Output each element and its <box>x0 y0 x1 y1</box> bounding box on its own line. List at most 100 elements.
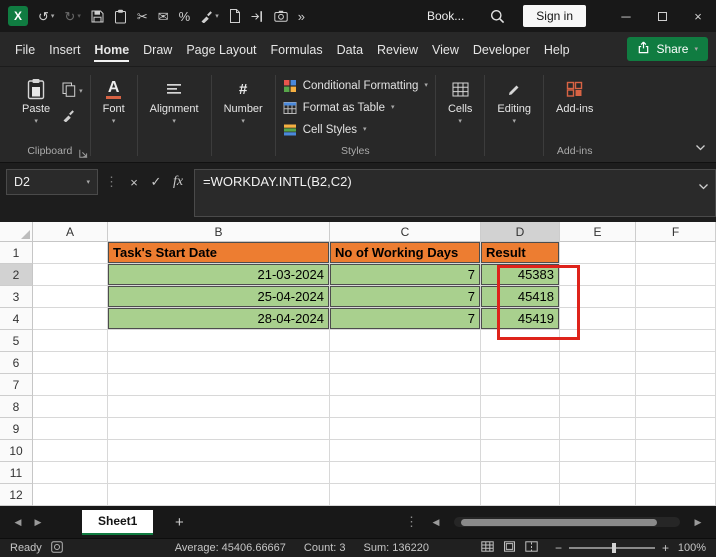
tab-insert[interactable]: Insert <box>42 35 87 66</box>
sheet-bar-options-icon[interactable]: ⋮ <box>405 514 418 530</box>
collapse-ribbon-icon[interactable] <box>695 138 706 156</box>
search-icon[interactable] <box>490 9 505 24</box>
cell-F12[interactable] <box>636 484 716 506</box>
zoom-out-button[interactable]: − <box>555 541 562 555</box>
sheet-tab-sheet1[interactable]: Sheet1 <box>82 510 153 535</box>
normal-view-icon[interactable] <box>481 541 494 555</box>
cell-D9[interactable] <box>481 418 560 440</box>
cell-F8[interactable] <box>636 396 716 418</box>
insert-cells-icon[interactable] <box>251 10 264 23</box>
row-header-7[interactable]: 7 <box>0 374 33 396</box>
row-header-2[interactable]: 2 <box>0 264 33 286</box>
cell-C3[interactable]: 7 <box>330 286 481 308</box>
cell-C11[interactable] <box>330 462 481 484</box>
cell-C12[interactable] <box>330 484 481 506</box>
cell-B9[interactable] <box>108 418 330 440</box>
cell-E1[interactable] <box>560 242 636 264</box>
cell-A3[interactable] <box>33 286 108 308</box>
row-header-12[interactable]: 12 <box>0 484 33 506</box>
row-header-10[interactable]: 10 <box>0 440 33 462</box>
minimize-icon[interactable]: ─ <box>608 0 644 32</box>
maximize-icon[interactable] <box>644 0 680 32</box>
scroll-right-icon[interactable]: ▶ <box>688 517 708 528</box>
cell-D1[interactable]: Result <box>481 242 560 264</box>
tab-data[interactable]: Data <box>330 35 370 66</box>
cell-F4[interactable] <box>636 308 716 330</box>
cell-E12[interactable] <box>560 484 636 506</box>
format-as-table-button[interactable]: Format as Table▾ <box>283 97 428 118</box>
paste-button[interactable]: Paste ▾ <box>17 73 55 125</box>
tab-formulas[interactable]: Formulas <box>264 35 330 66</box>
zoom-slider[interactable] <box>569 547 655 549</box>
dialog-launcher-icon[interactable] <box>79 145 88 163</box>
cell-B3[interactable]: 25-04-2024 <box>108 286 330 308</box>
cell-A9[interactable] <box>33 418 108 440</box>
camera-icon[interactable] <box>274 10 288 22</box>
cell-F5[interactable] <box>636 330 716 352</box>
row-header-5[interactable]: 5 <box>0 330 33 352</box>
zoom-slider-thumb[interactable] <box>612 543 616 553</box>
cell-E4[interactable] <box>560 308 636 330</box>
cell-D4[interactable]: 45419 <box>481 308 560 330</box>
scrollbar-thumb[interactable] <box>461 519 657 526</box>
cell-E3[interactable] <box>560 286 636 308</box>
cell-A4[interactable] <box>33 308 108 330</box>
cell-A12[interactable] <box>33 484 108 506</box>
cell-B10[interactable] <box>108 440 330 462</box>
cell-C10[interactable] <box>330 440 481 462</box>
cell-A7[interactable] <box>33 374 108 396</box>
cell-F2[interactable] <box>636 264 716 286</box>
cell-D3[interactable]: 45418 <box>481 286 560 308</box>
save-icon[interactable] <box>91 10 104 23</box>
cell-D8[interactable] <box>481 396 560 418</box>
cell-C7[interactable] <box>330 374 481 396</box>
number-group-button[interactable]: # Number ▾ <box>219 73 268 125</box>
cell-A5[interactable] <box>33 330 108 352</box>
tab-page-layout[interactable]: Page Layout <box>179 35 263 66</box>
cell-E6[interactable] <box>560 352 636 374</box>
cell-E8[interactable] <box>560 396 636 418</box>
tab-home[interactable]: Home <box>87 35 136 66</box>
cancel-icon[interactable]: × <box>123 169 145 195</box>
tab-developer[interactable]: Developer <box>466 35 537 66</box>
cells-group-button[interactable]: Cells ▾ <box>443 73 477 125</box>
alignment-group-button[interactable]: Alignment ▾ <box>145 73 204 125</box>
editing-group-button[interactable]: Editing ▾ <box>492 73 536 125</box>
column-header-D[interactable]: D <box>481 222 560 242</box>
cell-D2[interactable]: 45383 <box>481 264 560 286</box>
cell-D10[interactable] <box>481 440 560 462</box>
cell-E9[interactable] <box>560 418 636 440</box>
cell-C2[interactable]: 7 <box>330 264 481 286</box>
formula-bar-expand-icon[interactable] <box>698 178 709 193</box>
cell-B8[interactable] <box>108 396 330 418</box>
cell-A10[interactable] <box>33 440 108 462</box>
cell-B5[interactable] <box>108 330 330 352</box>
cell-E5[interactable] <box>560 330 636 352</box>
row-header-6[interactable]: 6 <box>0 352 33 374</box>
cell-A1[interactable] <box>33 242 108 264</box>
tab-view[interactable]: View <box>425 35 466 66</box>
cell-C8[interactable] <box>330 396 481 418</box>
sheet-nav-right-icon[interactable]: ▶ <box>28 517 48 528</box>
scroll-left-icon[interactable]: ◀ <box>426 517 446 528</box>
cell-F10[interactable] <box>636 440 716 462</box>
cell-B4[interactable]: 28-04-2024 <box>108 308 330 330</box>
cell-B11[interactable] <box>108 462 330 484</box>
tab-file[interactable]: File <box>8 35 42 66</box>
conditional-formatting-button[interactable]: Conditional Formatting▾ <box>283 75 428 96</box>
column-header-A[interactable]: A <box>33 222 108 242</box>
macro-record-icon[interactable] <box>51 541 63 556</box>
percent-style-icon[interactable]: % <box>179 10 191 23</box>
cell-E7[interactable] <box>560 374 636 396</box>
new-document-icon[interactable] <box>229 9 241 23</box>
cell-E10[interactable] <box>560 440 636 462</box>
column-header-C[interactable]: C <box>330 222 481 242</box>
cut-icon[interactable]: ✂ <box>137 10 148 23</box>
close-icon[interactable]: × <box>680 0 716 32</box>
cell-D5[interactable] <box>481 330 560 352</box>
paste-icon[interactable] <box>114 9 127 24</box>
format-painter-icon[interactable]: ▾ <box>200 10 219 23</box>
formula-input[interactable]: =WORKDAY.INTL(B2,C2) <box>194 169 716 217</box>
cell-D6[interactable] <box>481 352 560 374</box>
cell-D12[interactable] <box>481 484 560 506</box>
